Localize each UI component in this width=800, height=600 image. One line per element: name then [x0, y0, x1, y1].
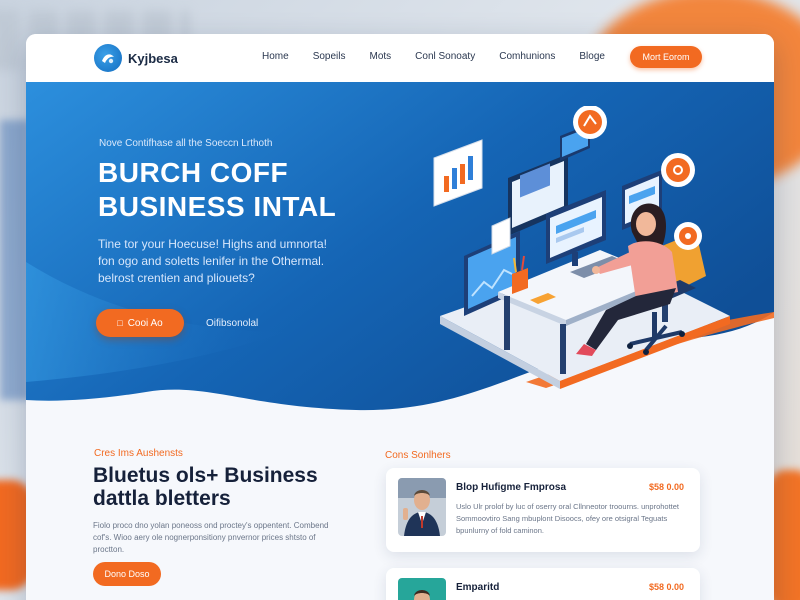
hero-desc-line2: fon ogo and soletts lenifer in the Other…: [98, 254, 325, 268]
post-excerpt: Uslo Ulr prolof by luc of oserry oral Cl…: [456, 502, 680, 535]
navbar: Kyjbesa Home Sopeils Mots Conl Sonoaty C…: [26, 34, 774, 82]
floating-icon-chart: [573, 106, 607, 139]
post-price: $58 0.00: [648, 582, 684, 592]
nav-link-home[interactable]: Home: [262, 51, 289, 62]
posts-eyebrow: Cons Sonlhers: [385, 450, 451, 461]
section-body: Fiolo proco dno yolan poneoss ond procte…: [93, 521, 329, 554]
nav-link-3[interactable]: Mots: [370, 51, 392, 62]
section-title: Bluetus ols+ Business dattla bletters: [93, 464, 318, 510]
brand-name: Kyjbesa: [128, 50, 178, 66]
floating-chart-card: [433, 139, 483, 207]
section-title-line1: Bluetus ols+ Business: [93, 464, 318, 487]
post-title: Emparitd: [456, 582, 500, 593]
website-mockup: Kyjbesa Home Sopeils Mots Conl Sonoaty C…: [26, 34, 774, 600]
nav-cta-button[interactable]: Mort Eorom: [630, 46, 702, 68]
hero-title-line2: BUSINESS INTAL: [98, 191, 337, 222]
post-title: Blop Hufigme Fmprosa: [456, 482, 567, 493]
nav-link-4[interactable]: Conl Sonoaty: [415, 51, 475, 62]
hero-section: Nove Contifhase all the Soeccn Lrthoth B…: [26, 82, 774, 412]
hero-desc-line3: belrost crentien and pliouets?: [98, 271, 255, 285]
floating-icon-gear: [661, 153, 695, 187]
nav-links: Home Sopeils Mots Conl Sonoaty Comhunion…: [262, 51, 629, 62]
workspace-illustration: [433, 106, 730, 389]
hero-primary-button[interactable]: □ Cooi Ao: [96, 309, 184, 337]
hero-primary-button-label: Cooi Ao: [127, 317, 163, 329]
calendar-icon: □: [117, 318, 123, 328]
nav-link-5[interactable]: Comhunions: [499, 51, 555, 62]
nav-link-blog[interactable]: Bloge: [579, 51, 605, 62]
section-button[interactable]: Dono Doso: [93, 562, 161, 586]
hero-title-line1: BURCH COFF: [98, 157, 289, 188]
post-thumbnail: [398, 478, 446, 536]
logo[interactable]: Kyjbesa: [94, 44, 178, 72]
post-thumbnail: [398, 578, 446, 600]
hero-eyebrow: Nove Contifhase all the Soeccn Lrthoth: [99, 138, 273, 149]
hero-description: Tine tor your Hoecuse! Highs and umnorta…: [98, 236, 378, 287]
logo-icon: [94, 44, 122, 72]
post-card[interactable]: Emparitd $58 0.00: [386, 568, 700, 600]
nav-link-2[interactable]: Sopeils: [313, 51, 346, 62]
floating-icon-target: [674, 222, 702, 250]
hero-title: BURCH COFF BUSINESS INTAL: [98, 156, 336, 224]
post-price: $58 0.00: [648, 482, 684, 492]
section-title-line2: dattla bletters: [93, 487, 231, 510]
hero-desc-line1: Tine tor your Hoecuse! Highs and umnorta…: [98, 237, 328, 251]
section-eyebrow: Cres Ims Aushensts: [94, 448, 183, 459]
hero-secondary-link[interactable]: Oifibsonolal: [206, 318, 258, 329]
post-card[interactable]: Blop Hufigme Fmprosa $58 0.00 Uslo Ulr p…: [386, 468, 700, 552]
